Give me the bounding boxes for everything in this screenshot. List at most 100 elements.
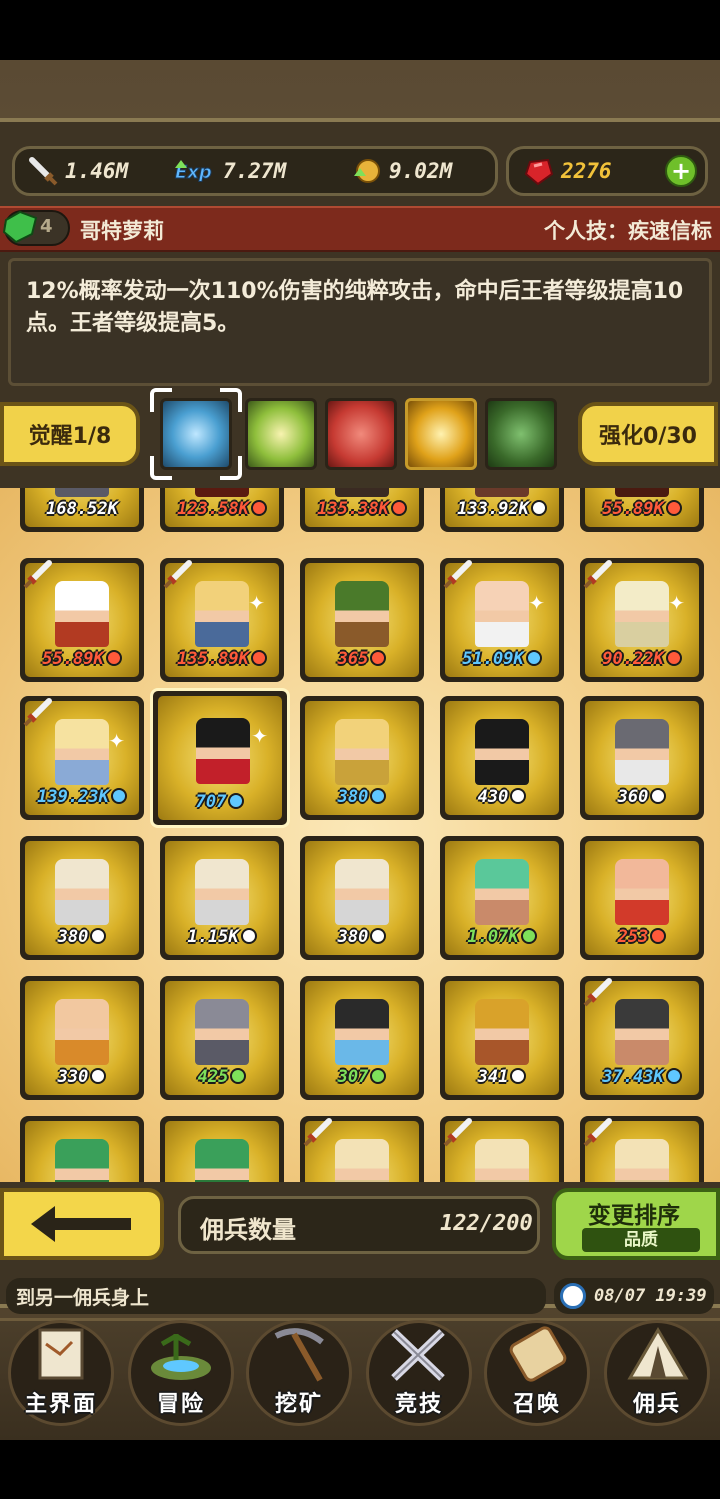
mercenary-portrait: [615, 859, 669, 925]
mercenary-portrait: [615, 1139, 669, 1182]
mercenary-card[interactable]: 380: [300, 836, 424, 960]
mercenary-portrait: [335, 719, 389, 785]
mercenary-card[interactable]: 380: [20, 836, 144, 960]
rarity-icon: [525, 650, 542, 666]
mercenary-card[interactable]: 168.52K: [20, 488, 144, 532]
stat-value: 123.58K: [177, 499, 249, 519]
mercenary-portrait: [615, 999, 669, 1065]
mercenary-card[interactable]: 37.43K: [580, 976, 704, 1100]
attack-value: 1.46M: [65, 159, 129, 183]
mercenary-card[interactable]: 253: [580, 836, 704, 960]
hero-name: 哥特萝莉: [80, 219, 164, 243]
rarity-icon: [370, 650, 387, 666]
nav-item[interactable]: 竞技: [360, 1318, 478, 1436]
mercenary-stat: 380: [25, 927, 139, 947]
stat-value: 707: [195, 792, 227, 812]
mercenary-card[interactable]: 330: [20, 976, 144, 1100]
mercenary-card[interactable]: 425: [160, 976, 284, 1100]
sparkle-icon: ✦: [528, 591, 545, 615]
hero-skill-name: 个人技：疾速信标: [544, 219, 712, 243]
awaken-button[interactable]: 觉醒1/8: [0, 402, 140, 466]
mercenary-card[interactable]: 133.92K: [440, 488, 564, 532]
rarity-icon: [90, 1068, 107, 1084]
rarity-icon: [390, 500, 407, 516]
rarity-icon: [510, 1068, 527, 1084]
equipment-sword-icon: [23, 698, 52, 727]
mercenary-portrait: [475, 859, 529, 925]
mercenary-card[interactable]: 341: [440, 976, 564, 1100]
stat-value: 1.07K: [467, 927, 519, 947]
skill-icon-scythe[interactable]: [405, 398, 477, 470]
mercenary-card[interactable]: [440, 1116, 564, 1182]
mercenary-stat: 307: [305, 1067, 419, 1087]
stat-value: 430: [477, 787, 509, 807]
mercenary-card[interactable]: ✦ 139.23K: [20, 696, 144, 820]
mercenary-card[interactable]: 1.15K: [160, 836, 284, 960]
rarity-icon: [90, 928, 107, 944]
mercenary-card[interactable]: ✦ 51.09K: [440, 558, 564, 682]
rarity-icon: [665, 500, 682, 516]
mercenary-card[interactable]: 365: [300, 558, 424, 682]
strengthen-button[interactable]: 强化0/30: [578, 402, 718, 466]
back-button[interactable]: [0, 1188, 164, 1260]
equipment-sword-icon: [23, 560, 52, 589]
nav-label: 主界面: [24, 1392, 97, 1417]
mercenary-stat: 430: [445, 787, 559, 807]
mercenary-card[interactable]: ✦ 90.22K: [580, 558, 704, 682]
skill-icon-angry-face[interactable]: [325, 398, 397, 470]
mercenary-portrait: [615, 719, 669, 785]
exp-value: 7.27M: [223, 159, 287, 183]
rarity-icon: [665, 650, 682, 666]
mercenary-card[interactable]: 55.89K: [580, 488, 704, 532]
stat-value: 425: [197, 1067, 229, 1087]
mercenary-stat: 133.92K: [445, 499, 559, 519]
mercenary-card[interactable]: 135.38K: [300, 488, 424, 532]
nav-item[interactable]: 召唤: [478, 1318, 596, 1436]
mercenary-stat: 1.15K: [165, 927, 279, 947]
stat-value: 330: [57, 1067, 89, 1087]
mercenary-stat: 707: [158, 792, 282, 812]
summon-scroll-icon: [509, 1326, 567, 1382]
mercenary-card[interactable]: 123.58K: [160, 488, 284, 532]
card-background: 135.38K: [305, 488, 419, 527]
frame-gap-left: [148, 412, 156, 456]
mercenary-card[interactable]: ✦ 707: [150, 688, 290, 828]
mercenary-card[interactable]: 360: [580, 696, 704, 820]
equipment-sword-icon: [583, 1118, 612, 1147]
mercenary-card[interactable]: [20, 1116, 144, 1182]
mercenary-portrait: [475, 1139, 529, 1182]
mercenary-card[interactable]: 1.07K: [440, 836, 564, 960]
mercenary-card[interactable]: 380: [300, 696, 424, 820]
skill-icon-crown-up[interactable]: [245, 398, 317, 470]
card-background: 380: [25, 841, 139, 955]
rarity-icon: [370, 928, 387, 944]
card-background: ✦ 139.23K: [23, 698, 139, 815]
nav-item[interactable]: 冒险: [122, 1318, 240, 1436]
card-background: 1.15K: [165, 841, 279, 955]
frame-gap-right: [236, 412, 244, 456]
mercenary-card[interactable]: ✦ 135.89K: [160, 558, 284, 682]
nav-item[interactable]: 佣兵: [598, 1318, 716, 1436]
rarity-icon: [650, 928, 667, 944]
skill-icon-scroll[interactable]: [485, 398, 557, 470]
add-gems-button[interactable]: +: [665, 155, 697, 187]
stat-value: 168.52K: [46, 499, 118, 519]
nav-item[interactable]: 挖矿: [240, 1318, 358, 1436]
stat-value: 360: [617, 787, 649, 807]
card-background: 380: [305, 701, 419, 815]
mercenary-card[interactable]: 55.89K: [20, 558, 144, 682]
mercenary-card[interactable]: [300, 1116, 424, 1182]
attack-resource: 1.46M: [27, 149, 128, 193]
mercenary-card[interactable]: 307: [300, 976, 424, 1100]
mercenary-card[interactable]: [580, 1116, 704, 1182]
nav-item[interactable]: 主界面: [2, 1318, 120, 1436]
mercenary-card[interactable]: 430: [440, 696, 564, 820]
skill-description: 12%概率发动一次110%伤害的纯粹攻击，命中后王者等级提高10点。王者等级提高…: [26, 279, 684, 336]
mercenary-stat: 123.58K: [165, 499, 279, 519]
rarity-icon: [520, 928, 537, 944]
card-background: 55.89K: [585, 488, 699, 527]
nav-label: 召唤: [512, 1392, 561, 1417]
mercenary-card[interactable]: [160, 1116, 284, 1182]
stat-value: 51.09K: [462, 649, 524, 669]
sparkle-icon: ✦: [668, 591, 685, 615]
